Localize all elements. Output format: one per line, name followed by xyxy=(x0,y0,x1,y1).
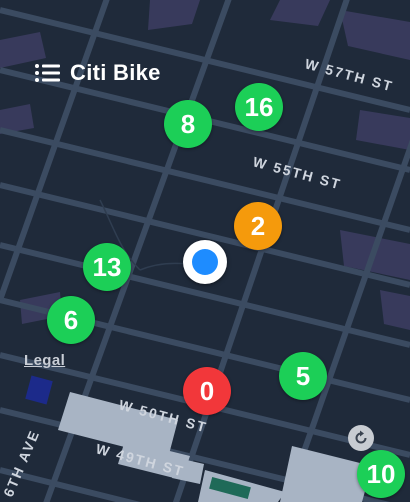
station-bike-count: 2 xyxy=(250,210,266,241)
map-view[interactable]: W 57TH ST W 55TH ST W 50TH ST W 49TH ST … xyxy=(0,0,410,502)
recenter-icon xyxy=(355,430,367,444)
recenter-button[interactable] xyxy=(348,425,374,451)
app-header: Citi Bike xyxy=(34,60,161,86)
menu-icon[interactable] xyxy=(34,62,62,84)
station-marker[interactable]: 16 xyxy=(235,83,283,131)
dark-blue-block xyxy=(25,375,53,405)
station-marker[interactable]: 13 xyxy=(83,243,131,291)
station-bike-count: 0 xyxy=(199,375,215,406)
station-bike-count: 5 xyxy=(295,360,311,391)
station-bike-count: 10 xyxy=(366,458,396,489)
station-marker[interactable]: 0 xyxy=(183,367,231,415)
station-bike-count: 8 xyxy=(180,108,196,139)
station-marker[interactable]: 8 xyxy=(164,100,212,148)
station-marker[interactable]: 10 xyxy=(357,450,405,498)
street-label-6th-ave: 6TH AVE xyxy=(0,427,43,499)
street-label-w55: W 55TH ST xyxy=(251,153,343,192)
station-marker[interactable]: 5 xyxy=(279,352,327,400)
station-marker[interactable]: 2 xyxy=(234,202,282,250)
legal-link[interactable]: Legal xyxy=(24,352,65,369)
user-location-marker xyxy=(183,240,227,284)
station-marker[interactable]: 6 xyxy=(47,296,95,344)
station-bike-count: 16 xyxy=(244,91,274,122)
app-title: Citi Bike xyxy=(70,60,161,85)
user-location-dot xyxy=(192,249,218,275)
station-bike-count: 6 xyxy=(63,304,79,335)
station-bike-count: 13 xyxy=(92,251,122,282)
